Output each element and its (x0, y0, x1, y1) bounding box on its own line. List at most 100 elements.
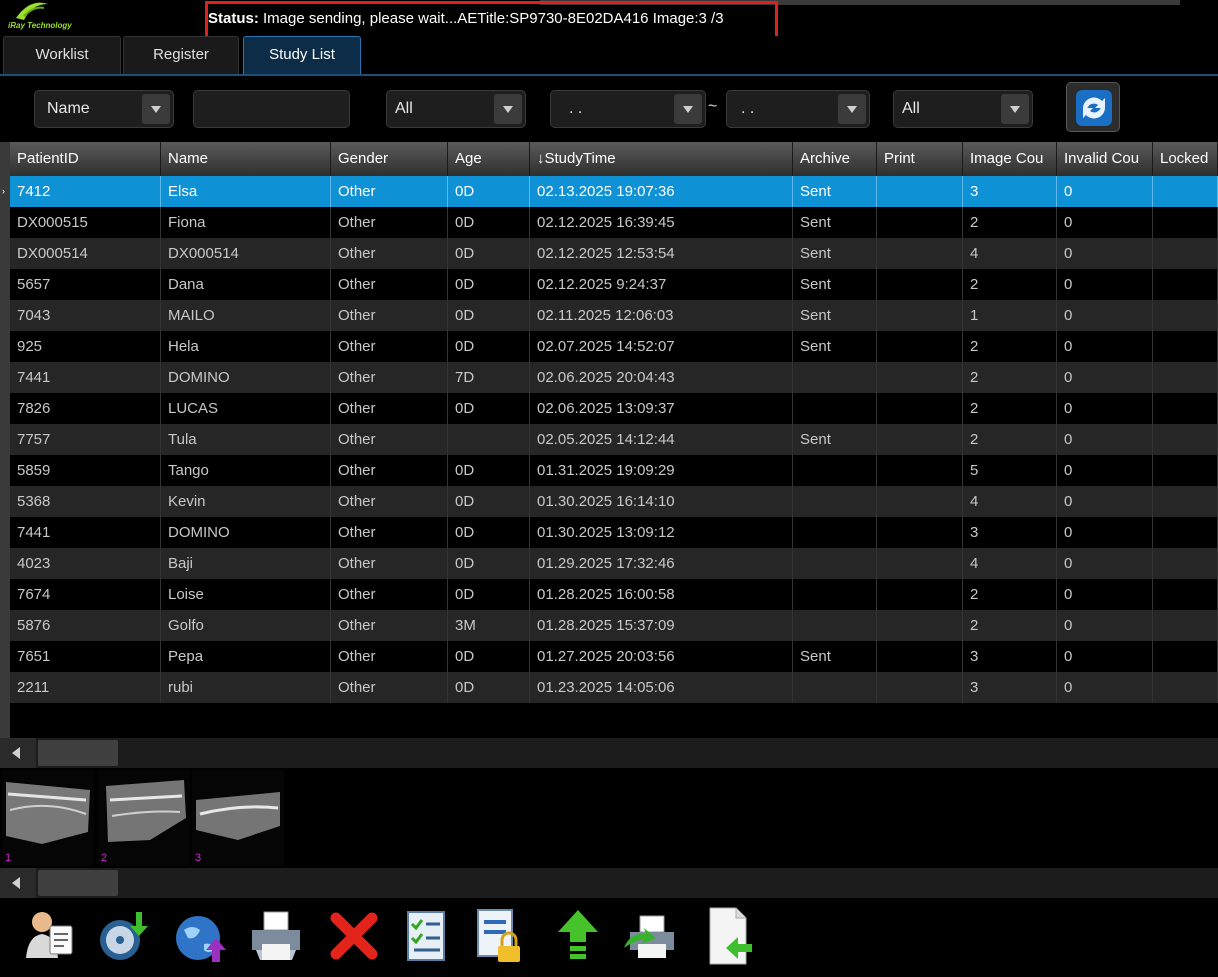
col-age-cell: 3M (448, 610, 530, 641)
col-study-time-cell: 02.12.2025 12:53:54 (530, 238, 793, 269)
scrollbar-thumb[interactable] (38, 870, 118, 896)
col-invalid-count-cell: 0 (1057, 362, 1153, 393)
tab-study-list[interactable]: Study List (243, 36, 361, 74)
tab-worklist[interactable]: Worklist (3, 36, 121, 74)
col-age-cell: 0D (448, 548, 530, 579)
print-button[interactable] (246, 904, 306, 968)
refresh-button[interactable] (1066, 82, 1120, 132)
col-age-cell: 0D (448, 486, 530, 517)
col-patient-id-cell: DX000515 (10, 207, 161, 238)
status-label: Status: (208, 10, 259, 27)
chevron-down-icon[interactable] (142, 94, 170, 124)
col-locked-cell (1153, 362, 1218, 393)
col-invalid-count-header[interactable]: Invalid Cou (1057, 142, 1153, 176)
col-study-time-header[interactable]: ↓StudyTime (530, 142, 793, 176)
col-patient-id-cell: 5657 (10, 269, 161, 300)
col-locked-cell (1153, 579, 1218, 610)
col-name-header[interactable]: Name (161, 142, 331, 176)
lock-study-button[interactable] (470, 904, 530, 968)
chevron-down-icon[interactable] (838, 94, 866, 124)
col-patient-id-header[interactable]: PatientID (10, 142, 161, 176)
chevron-down-icon[interactable] (494, 94, 522, 124)
table-horizontal-scrollbar[interactable] (0, 738, 1218, 768)
col-print-cell (877, 455, 963, 486)
table-row[interactable]: 4023 Baji Other 0D 01.29.2025 17:32:46 4 0 (10, 548, 1218, 579)
col-archive-header[interactable]: Archive (793, 142, 877, 176)
xray-image-icon (6, 782, 90, 844)
current-row-marker: › (2, 186, 5, 196)
col-image-count-cell: 5 (963, 455, 1057, 486)
table-row[interactable]: 5657 Dana Other 0D 02.12.2025 9:24:37 Sent 2 0 (10, 269, 1218, 300)
scroll-left-arrow-icon[interactable] (0, 868, 36, 898)
search-field-value: Name (47, 100, 90, 117)
scrollbar-thumb[interactable] (38, 740, 118, 766)
table-row[interactable]: 5368 Kevin Other 0D 01.30.2025 16:14:10 4 0 (10, 486, 1218, 517)
table-row[interactable]: 7441 DOMINO Other 0D 01.30.2025 13:09:12 3 0 (10, 517, 1218, 548)
table-row[interactable]: 7441 DOMINO Other 7D 02.06.2025 20:04:43 2 0 (10, 362, 1218, 393)
col-archive-cell (793, 455, 877, 486)
col-locked-header[interactable]: Locked (1153, 142, 1218, 176)
tab-register[interactable]: Register (123, 36, 239, 74)
col-invalid-count-cell: 0 (1057, 517, 1153, 548)
xray-thumbnail[interactable]: 1 (2, 770, 94, 866)
col-image-count-header[interactable]: Image Cou (963, 142, 1057, 176)
table-row[interactable]: DX000515 Fiona Other 0D 02.12.2025 16:39:45 S… (10, 207, 1218, 238)
col-locked-cell (1153, 672, 1218, 703)
chevron-down-icon[interactable] (674, 94, 702, 124)
table-row[interactable]: 5876 Golfo Other 3M 01.28.2025 15:37:09 2 0 (10, 610, 1218, 641)
col-patient-id-cell: 7826 (10, 393, 161, 424)
upload-button[interactable] (548, 904, 608, 968)
verify-button[interactable] (396, 904, 456, 968)
col-gender-cell: Other (331, 579, 448, 610)
date-to-select[interactable]: . . (726, 90, 870, 128)
status-message: Image sending, please wait...AETitle:SP9… (258, 10, 724, 27)
xray-thumbnail[interactable]: 2 (98, 770, 190, 866)
network-upload-button[interactable] (170, 904, 230, 968)
col-archive-cell: Sent (793, 207, 877, 238)
col-invalid-count-cell: 0 (1057, 641, 1153, 672)
thumbnail-number: 1 (5, 852, 12, 864)
chevron-down-icon[interactable] (1001, 94, 1029, 124)
table-row[interactable]: 7043 MAILO Other 0D 02.11.2025 12:06:03 Sent 1… (10, 300, 1218, 331)
col-print-header[interactable]: Print (877, 142, 963, 176)
delete-button[interactable] (324, 904, 384, 968)
table-row[interactable]: DX000514 DX000514 Other 0D 02.12.2025 12:53:… (10, 238, 1218, 269)
col-print-cell (877, 672, 963, 703)
col-study-time-cell: 01.30.2025 16:14:10 (530, 486, 793, 517)
col-name-cell: Pepa (161, 641, 331, 672)
col-archive-cell (793, 362, 877, 393)
import-button[interactable] (698, 904, 758, 968)
col-archive-cell (793, 672, 877, 703)
col-gender-cell: Other (331, 548, 448, 579)
print-send-button[interactable] (620, 904, 680, 968)
thumbnail-horizontal-scrollbar[interactable] (0, 868, 1218, 898)
table-row[interactable]: 7826 LUCAS Other 0D 02.06.2025 13:09:37 2 0 (10, 393, 1218, 424)
search-field-select[interactable]: Name (34, 90, 174, 128)
table-row[interactable]: 5859 Tango Other 0D 01.31.2025 19:09:29 5 0 (10, 455, 1218, 486)
col-age-header[interactable]: Age (448, 142, 530, 176)
table-row[interactable]: 925 Hela Other 0D 02.07.2025 14:52:07 Sent 2 0 (10, 331, 1218, 362)
gender-select[interactable]: All (386, 90, 526, 128)
col-patient-id-cell: 7441 (10, 362, 161, 393)
col-archive-cell (793, 610, 877, 641)
status-select[interactable]: All (893, 90, 1033, 128)
table-row[interactable]: 7412 Elsa Other 0D 02.13.2025 19:07:36 Sent 3 0 (10, 176, 1218, 207)
scroll-left-arrow-icon[interactable] (0, 738, 36, 768)
col-invalid-count-cell: 0 (1057, 176, 1153, 207)
col-image-count-cell: 3 (963, 517, 1057, 548)
patient-report-button[interactable] (20, 904, 80, 968)
xray-thumbnail[interactable]: 3 (192, 770, 284, 866)
search-input[interactable] (193, 90, 350, 128)
col-name-cell: Elsa (161, 176, 331, 207)
col-invalid-count-cell: 0 (1057, 300, 1153, 331)
table-row[interactable]: 7651 Pepa Other 0D 01.27.2025 20:03:56 Sent 3 0 (10, 641, 1218, 672)
col-gender-header[interactable]: Gender (331, 142, 448, 176)
table-row[interactable]: 2211 rubi Other 0D 01.23.2025 14:05:06 3 0 (10, 672, 1218, 703)
col-study-time-cell: 02.13.2025 19:07:36 (530, 176, 793, 207)
date-from-select[interactable]: . . (550, 90, 706, 128)
table-row[interactable]: 7674 Loise Other 0D 01.28.2025 16:00:58 2 0 (10, 579, 1218, 610)
row-header-strip: › (0, 142, 10, 738)
col-archive-cell (793, 548, 877, 579)
burn-cd-button[interactable] (94, 904, 154, 968)
table-row[interactable]: 7757 Tula Other 02.05.2025 14:12:44 Sent 2 0 (10, 424, 1218, 455)
